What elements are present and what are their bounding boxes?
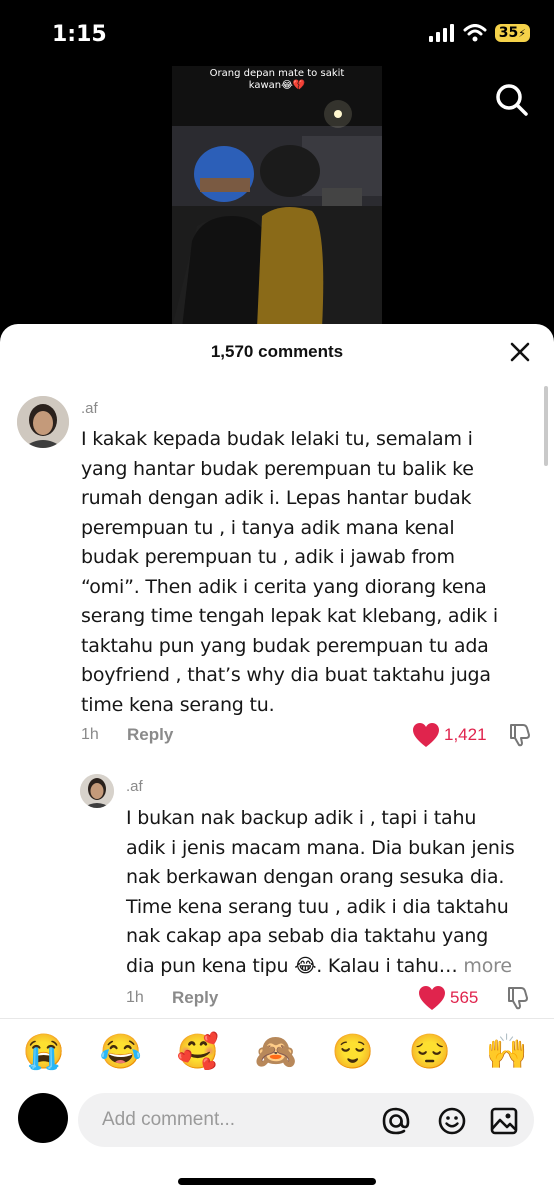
comment-line: I kakak kepada budak lelaki tu, semalam … [81,428,473,450]
emoji-see-no-evil[interactable]: 🙈 [253,1032,299,1072]
wifi-icon [463,24,487,42]
comment-line: rumah dengan adik i. Lepas hantar budak [81,487,472,509]
emoji-pensive[interactable]: 😔 [407,1032,453,1072]
battery-icon: 35⚡ [494,24,530,42]
mention-icon[interactable] [380,1105,412,1137]
battery-level: 35 [498,25,519,41]
emoji-loudly-crying[interactable]: 😭 [21,1032,67,1072]
comment-line: taktahu pun yang budak perempuan tu ada [81,634,489,657]
avatar-photo [17,396,69,448]
scrollbar[interactable] [544,386,548,466]
home-indicator [178,1178,376,1185]
comment-line: perempuan tu , i tanya adik mana kenal [81,516,455,539]
comment-line: adik i jenis macam mana. Dia bukan jenis [126,836,515,859]
comment-input-placeholder: Add comment... [102,1109,236,1130]
comment-text: I bukan nak backup adik i , tapi i tahu … [126,804,536,981]
comment-line: boyfriend , that’s why dia buat taktahu … [81,664,491,686]
like-count: 1,421 [444,725,487,744]
video-caption: Orang depan mate to sakit kawan😂💔 [209,68,345,91]
comment-line: nak berkawan dengan orang sesuka dia. [126,866,505,888]
emoji-picker-icon[interactable] [436,1105,468,1137]
comment-line: serang time tengah lepak kat klebang, ad… [81,605,498,627]
comment-line: yang hantar budak perempuan tu balik ke [81,457,474,480]
comment-time: 1h [126,989,144,1006]
comment-line: I bukan nak backup adik i , tapi i tahu [126,807,477,829]
like-count: 565 [450,988,479,1007]
image-icon[interactable] [488,1105,520,1137]
comment-line: dia pun kena tipu 😂. Kalau i tahu… more [126,952,536,982]
comments-count-title: 1,570 comments [210,342,344,361]
comment-time: 1h [81,726,99,743]
reply-button[interactable]: Reply [172,988,218,1008]
cellular-signal-icon [428,24,454,42]
status-icons: 35⚡ [428,24,530,42]
divider [0,1018,554,1019]
avatar[interactable] [17,396,69,448]
video-preview[interactable]: Orang depan mate to sakit kawan😂💔 [172,66,382,328]
avatar-photo [80,774,114,808]
reply-button[interactable]: Reply [127,725,173,745]
emoji-relieved[interactable]: 😌 [330,1032,376,1072]
like-button[interactable]: 1,421 [412,722,487,748]
dislike-icon[interactable] [507,722,533,748]
heart-icon [413,723,439,747]
comment-input[interactable]: Add comment... [78,1093,534,1147]
emoji-smiling-hearts[interactable]: 🥰 [175,1032,221,1072]
comment-username[interactable]: .af [81,400,98,417]
more-link[interactable]: more [463,955,512,977]
comment-text: I kakak kepada budak lelaki tu, semalam … [81,425,531,720]
status-time: 1:15 [52,22,107,47]
comment-line-text: dia pun kena tipu 😂. Kalau i tahu… [126,954,458,977]
comment-line: Time kena serang tuu , adik i dia taktah… [126,895,509,918]
video-thumbnail-image [172,66,382,328]
comment-line: time kena serang tu. [81,693,275,716]
heart-icon [419,986,445,1010]
search-icon[interactable] [494,82,530,118]
comment-line: nak cakap apa sebab dia taktahu yang [126,925,489,947]
close-icon[interactable] [508,340,532,364]
like-button[interactable]: 565 [418,985,478,1011]
status-bar: 1:15 35⚡ [0,0,554,68]
comment-line: “omi”. Then adik i cerita yang diorang k… [81,575,487,598]
emoji-tears-of-joy[interactable]: 😂 [98,1032,144,1072]
current-user-avatar[interactable] [18,1093,68,1143]
comment-line: budak perempuan tu , adik i jawab from [81,546,455,568]
dislike-icon[interactable] [505,985,531,1011]
avatar[interactable] [80,774,114,808]
comments-sheet: 1,570 comments .af I kakak kepada budak … [0,324,554,1200]
comment-username[interactable]: .af [126,778,143,795]
emoji-quick-bar: 😭 😂 🥰 🙈 😌 😔 🙌 [0,1026,554,1082]
emoji-raising-hands[interactable]: 🙌 [484,1032,530,1072]
